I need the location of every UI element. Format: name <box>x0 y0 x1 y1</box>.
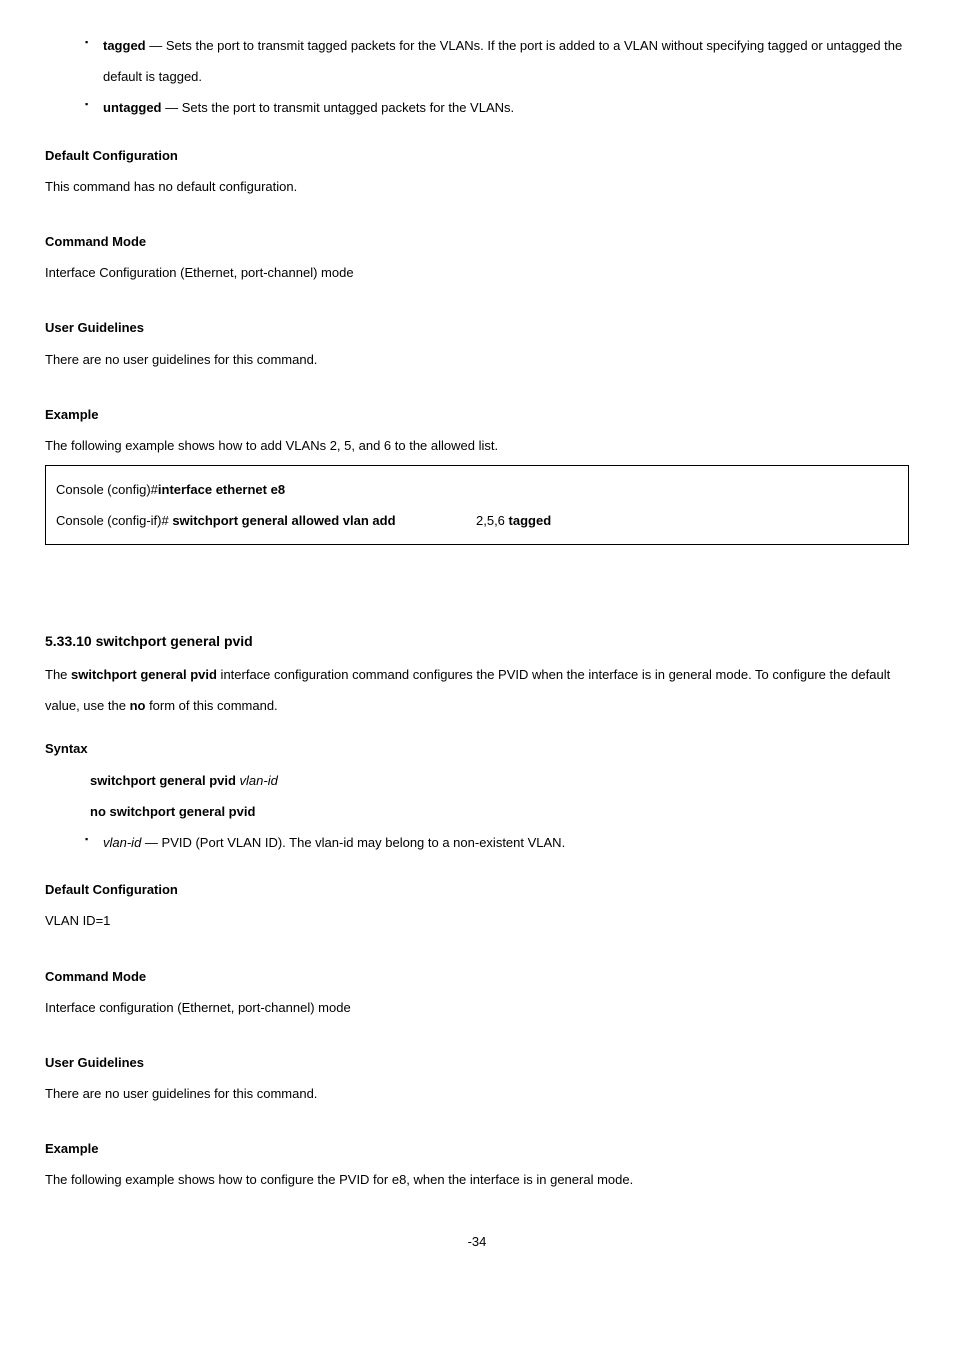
user-guidelines-text: There are no user guidelines for this co… <box>45 344 909 375</box>
keyword-untagged: untagged <box>103 100 162 115</box>
heading-example-2: Example <box>45 1133 909 1164</box>
code-line1-prompt: Console (config)# <box>56 474 158 505</box>
section-description: The switchport general pvid interface co… <box>45 659 909 721</box>
code-line2-cmd-a: switchport general allowed vlan add <box>172 513 395 528</box>
parameter-bullets: tagged — Sets the port to transmit tagge… <box>45 30 909 124</box>
code-line2-ids: 2,5,6 <box>476 513 509 528</box>
code-line1-cmd: interface ethernet e8 <box>158 474 285 505</box>
example-intro-text-2: The following example shows how to confi… <box>45 1164 909 1195</box>
heading-command-mode-2: Command Mode <box>45 961 909 992</box>
bullet-vlan-id-text: — PVID (Port VLAN ID). The vlan-id may b… <box>141 835 565 850</box>
syntax-bullets: vlan-id — PVID (Port VLAN ID). The vlan-… <box>45 827 909 858</box>
bullet-untagged: untagged — Sets the port to transmit unt… <box>85 92 909 123</box>
example-code-box: Console (config)# interface ethernet e8 … <box>45 465 909 545</box>
keyword-vlan-id: vlan-id <box>103 835 141 850</box>
syntax1-cmd: switchport general pvid <box>90 773 240 788</box>
desc-c: form of this command. <box>145 698 277 713</box>
code-line2-prompt: Console (config-if)# <box>56 513 172 528</box>
bullet-untagged-text: — Sets the port to transmit untagged pac… <box>162 100 515 115</box>
example-intro-text: The following example shows how to add V… <box>45 430 909 461</box>
command-mode-text-2: Interface configuration (Ethernet, port-… <box>45 992 909 1023</box>
bullet-tagged-text: — Sets the port to transmit tagged packe… <box>103 38 902 84</box>
heading-example: Example <box>45 399 909 430</box>
default-config-text: This command has no default configuratio… <box>45 171 909 202</box>
syntax1-arg: vlan-id <box>240 773 278 788</box>
heading-default-config-2: Default Configuration <box>45 874 909 905</box>
desc-a: The <box>45 667 71 682</box>
page-number: -34 <box>45 1196 909 1257</box>
code-line-1: Console (config)# interface ethernet e8 <box>56 474 898 505</box>
keyword-tagged: tagged <box>103 38 146 53</box>
desc-no: no <box>130 698 146 713</box>
syntax-line-1: switchport general pvid vlan-id <box>45 765 909 796</box>
bullet-vlan-id: vlan-id — PVID (Port VLAN ID). The vlan-… <box>85 827 909 858</box>
default-config-text-2: VLAN ID=1 <box>45 905 909 936</box>
code-line2-cmd-b: tagged <box>509 513 552 528</box>
code-line-2: Console (config-if)# switchport general … <box>56 505 898 536</box>
desc-cmd: switchport general pvid <box>71 667 217 682</box>
heading-user-guidelines-2: User Guidelines <box>45 1047 909 1078</box>
heading-syntax: Syntax <box>45 733 909 764</box>
heading-command-mode: Command Mode <box>45 226 909 257</box>
section-title: 5.33.10 switchport general pvid <box>45 625 909 659</box>
document-page: tagged — Sets the port to transmit tagge… <box>0 0 954 1277</box>
user-guidelines-text-2: There are no user guidelines for this co… <box>45 1078 909 1109</box>
syntax-line-2: no switchport general pvid <box>45 796 909 827</box>
heading-user-guidelines: User Guidelines <box>45 312 909 343</box>
command-mode-text: Interface Configuration (Ethernet, port-… <box>45 257 909 288</box>
bullet-tagged: tagged — Sets the port to transmit tagge… <box>85 30 909 92</box>
heading-default-config: Default Configuration <box>45 140 909 171</box>
